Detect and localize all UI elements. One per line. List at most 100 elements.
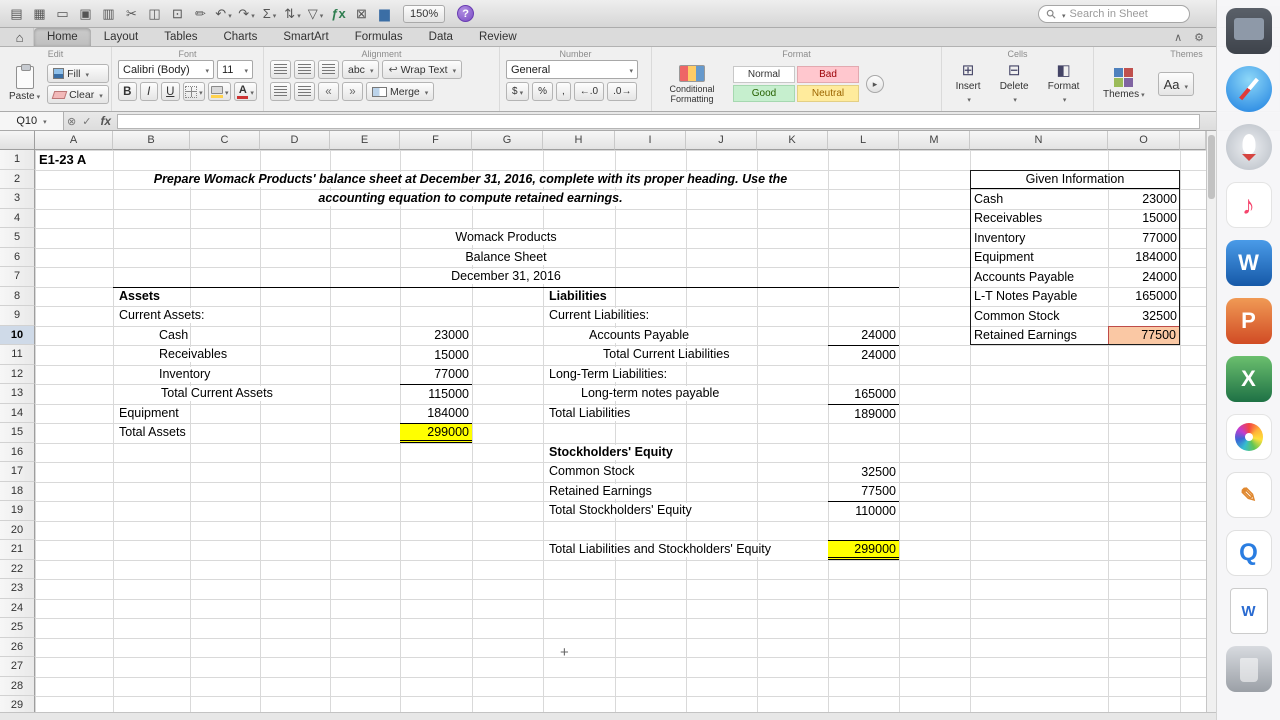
cell-H18[interactable]: Retained Earnings [543, 482, 828, 502]
zoom-control[interactable]: 150% [403, 4, 446, 23]
dock-icon-display[interactable] [1225, 8, 1272, 54]
row-header-17[interactable]: 17 [0, 462, 35, 482]
cell-B13[interactable]: Total Current Assets [113, 384, 400, 404]
col-header-J[interactable]: J [686, 131, 757, 150]
borders-button[interactable] [182, 82, 206, 101]
cell-H14[interactable]: Total Liabilities [543, 404, 828, 424]
fonts-theme-button[interactable]: Aa [1157, 72, 1195, 96]
increase-indent-button[interactable]: » [342, 82, 363, 101]
cell-O4[interactable]: 15000 [1108, 209, 1180, 229]
horizontal-scrollbar[interactable] [0, 712, 1216, 720]
cut-icon[interactable]: ✂ [121, 3, 142, 25]
wrap-text-button[interactable]: ↩ Wrap Text [382, 60, 463, 79]
tab-data[interactable]: Data [416, 28, 466, 46]
align-left-button[interactable] [270, 60, 291, 79]
cell-B15[interactable]: Total Assets [113, 423, 400, 443]
cell-N7[interactable]: Accounts Payable [970, 267, 1108, 287]
col-header-D[interactable]: D [260, 131, 330, 150]
cell-style-bad[interactable]: Bad [797, 66, 859, 83]
row-header-5[interactable]: 5 [0, 228, 35, 248]
row-header-4[interactable]: 4 [0, 208, 35, 228]
cell-L13[interactable]: 165000 [828, 384, 899, 404]
text-orientation-button[interactable]: abc [342, 60, 380, 79]
vertical-scrollbar-thumb[interactable] [1208, 135, 1215, 199]
save-icon[interactable]: ▣ [75, 3, 96, 25]
cell-N2[interactable]: Given Information [970, 169, 1180, 189]
cell-L10[interactable]: 24000 [828, 326, 899, 346]
row-header-3[interactable]: 3 [0, 189, 35, 209]
cell-B14[interactable]: Equipment [113, 404, 400, 424]
new-from-template-icon[interactable]: ▦ [29, 3, 50, 25]
cell-F10[interactable]: 23000 [400, 326, 472, 346]
dock-icon-launchpad[interactable] [1225, 124, 1272, 170]
autosum-icon[interactable]: Σ [259, 3, 280, 25]
dock-icon-excel[interactable]: X [1225, 356, 1272, 402]
dock-icon-notes[interactable]: ✎ [1225, 472, 1272, 518]
row-header-28[interactable]: 28 [0, 676, 35, 696]
formula-input[interactable] [117, 113, 1200, 129]
cell-L21[interactable]: 299000 [828, 540, 899, 560]
cell-style-neutral[interactable]: Neutral [797, 85, 859, 102]
more-styles-button[interactable]: ▸ [866, 75, 884, 93]
col-header-A[interactable]: A [35, 131, 113, 150]
cell-N8[interactable]: L-T Notes Payable [970, 287, 1108, 307]
align-right-button[interactable] [318, 60, 339, 79]
font-size-select[interactable]: 11 [217, 60, 253, 79]
clear-button[interactable]: Clear [47, 85, 109, 104]
col-header-E[interactable]: E [330, 131, 400, 150]
cancel-icon[interactable]: ⊗ [67, 115, 76, 128]
home-icon[interactable]: ⌂ [6, 28, 34, 46]
decrease-decimal-button[interactable]: .0→ [607, 82, 638, 101]
row-header-11[interactable]: 11 [0, 345, 35, 365]
dock-icon-powerpoint[interactable]: P [1225, 298, 1272, 344]
row-header-26[interactable]: 26 [0, 637, 35, 657]
row-header-7[interactable]: 7 [0, 267, 35, 287]
name-box[interactable]: Q10 [0, 112, 64, 130]
italic-button[interactable]: I [139, 82, 158, 101]
gear-icon[interactable]: ⚙ [1194, 31, 1204, 44]
row-header-15[interactable]: 15 [0, 423, 35, 443]
decrease-indent-button[interactable]: « [318, 82, 339, 101]
delete-button[interactable]: ⊟ Delete [997, 63, 1032, 105]
tab-smartart[interactable]: SmartArt [270, 28, 341, 46]
col-header-C[interactable]: C [190, 131, 260, 150]
col-header-N[interactable]: N [970, 131, 1108, 150]
cell-L19[interactable]: 110000 [828, 501, 899, 521]
cell-B9[interactable]: Current Assets: [113, 306, 400, 326]
row-header-1[interactable]: 1 [0, 150, 35, 170]
tab-tables[interactable]: Tables [151, 28, 210, 46]
cell-B6[interactable]: Balance Sheet [113, 248, 899, 268]
cell-B7[interactable]: December 31, 2016 [113, 267, 899, 287]
row-header-25[interactable]: 25 [0, 618, 35, 638]
row-header-21[interactable]: 21 [0, 540, 35, 560]
cell-L18[interactable]: 77500 [828, 482, 899, 502]
col-header-M[interactable]: M [899, 131, 970, 150]
increase-decimal-button[interactable]: ←.0 [573, 82, 605, 101]
cell-O6[interactable]: 184000 [1108, 248, 1180, 268]
col-header-O[interactable]: O [1108, 131, 1180, 150]
tab-home[interactable]: Home [34, 28, 91, 46]
cell-H12[interactable]: Long-Term Liabilities: [543, 365, 828, 385]
cell-B8[interactable]: Assets [113, 287, 400, 307]
cell-H17[interactable]: Common Stock [543, 462, 828, 482]
insert-button[interactable]: ⊞ Insert [953, 63, 984, 105]
cell-N9[interactable]: Common Stock [970, 306, 1108, 326]
cell-O3[interactable]: 23000 [1108, 189, 1180, 209]
open-icon[interactable]: ▭ [52, 3, 73, 25]
search-input[interactable]: Search in Sheet [1038, 5, 1190, 23]
row-header-6[interactable]: 6 [0, 247, 35, 267]
worksheet-grid[interactable]: A B C D E F G H I J K L M N O 1 2 3 4 5 6 7 8 9 10 11 12 13 14 15 16 17… [0, 131, 1216, 712]
fill-color-button[interactable] [208, 82, 232, 101]
row-header-10[interactable]: 10 [0, 325, 35, 345]
cell-N10[interactable]: Retained Earnings [970, 326, 1108, 346]
row-header-20[interactable]: 20 [0, 520, 35, 540]
new-workbook-icon[interactable]: ▤ [6, 3, 27, 25]
conditional-formatting-button[interactable]: Conditional Formatting [658, 64, 726, 104]
row-header-12[interactable]: 12 [0, 364, 35, 384]
sort-icon[interactable]: ⇅ [282, 3, 303, 25]
format-painter-icon[interactable]: ✏ [190, 3, 211, 25]
col-header-G[interactable]: G [472, 131, 543, 150]
cell-H11[interactable]: Total Current Liabilities [543, 345, 828, 365]
cell-N6[interactable]: Equipment [970, 248, 1108, 268]
font-name-select[interactable]: Calibri (Body) [118, 60, 214, 79]
